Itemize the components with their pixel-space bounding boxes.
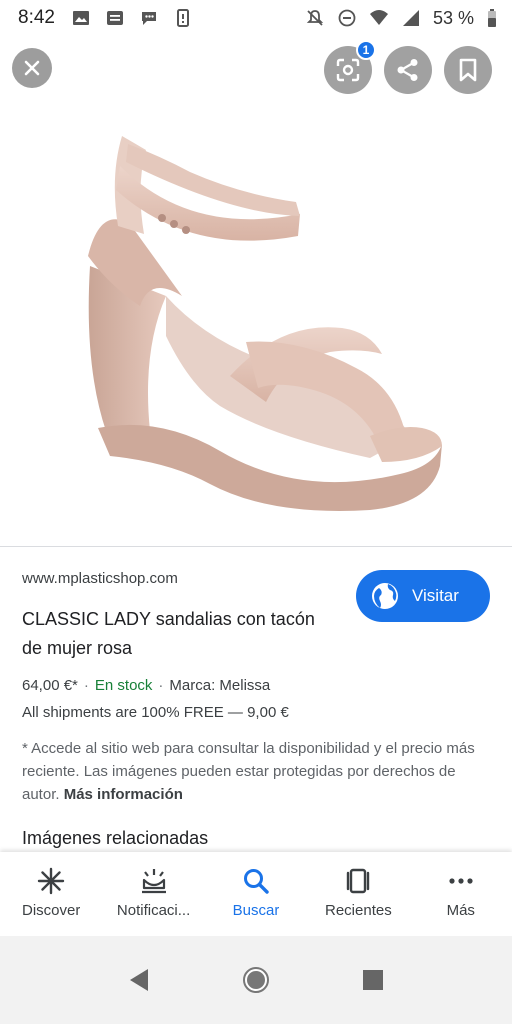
overview-button[interactable]	[356, 963, 390, 997]
nav-label: Notificaci...	[116, 902, 191, 919]
product-meta: 64,00 €* · En stock · Marca: Melissa	[22, 677, 492, 694]
image-icon	[72, 11, 89, 25]
nav-label: Discover	[22, 902, 81, 919]
product-image[interactable]	[70, 106, 460, 526]
overview-icon	[363, 970, 384, 990]
status-time: 8:42	[18, 7, 55, 28]
nav-discover[interactable]: Discover	[3, 866, 99, 919]
globe-icon	[372, 583, 398, 609]
news-icon	[106, 11, 123, 25]
close-button[interactable]	[12, 48, 52, 88]
battery-icon	[488, 9, 496, 27]
battery-percent: 53 %	[432, 7, 474, 28]
share-button[interactable]	[384, 46, 432, 94]
visit-label: Visitar	[412, 586, 459, 605]
nav-notifications[interactable]: Notificaci...	[106, 866, 202, 919]
nav-more[interactable]: Más	[413, 866, 509, 919]
home-icon	[242, 967, 269, 993]
dnd-icon	[338, 9, 356, 27]
nav-search[interactable]: Buscar	[208, 866, 304, 919]
system-navigation-bar	[0, 936, 512, 1024]
mute-icon	[306, 10, 324, 26]
visit-button[interactable]: Visitar	[356, 570, 490, 622]
lens-icon	[336, 58, 360, 82]
lens-badge: 1	[356, 40, 376, 60]
shipping-info: All shipments are 100% FREE — 9,00 €	[22, 704, 289, 721]
back-button[interactable]	[122, 963, 156, 997]
signal-icon	[402, 10, 419, 26]
search-icon	[243, 869, 269, 894]
status-notification-icons	[71, 8, 193, 28]
assistant-icon	[141, 12, 156, 25]
status-system-icons: 53 %	[305, 8, 498, 29]
more-icon	[449, 878, 473, 884]
nav-recents[interactable]: Recientes	[310, 866, 406, 919]
product-details: www.mplasticshop.com Visitar CLASSIC LAD…	[22, 570, 492, 849]
product-price: 64,00 €*	[22, 677, 78, 694]
share-icon	[397, 59, 418, 81]
back-icon	[129, 969, 148, 991]
related-images-heading: Imágenes relacionadas	[22, 828, 209, 848]
lens-button[interactable]: 1	[324, 40, 376, 94]
stock-status: En stock	[94, 677, 153, 694]
wifi-icon	[369, 10, 388, 25]
more-info-link[interactable]: Más información	[64, 786, 183, 803]
notifications-icon	[141, 869, 166, 894]
home-button[interactable]	[239, 963, 273, 997]
bottom-navigation: Discover Notificaci... Buscar Recientes …	[0, 852, 512, 936]
vibrate-icon	[176, 9, 189, 27]
disclaimer: * Accede al sitio web para consultar la …	[22, 737, 487, 806]
product-brand: Marca: Melissa	[169, 677, 271, 694]
product-title[interactable]: CLASSIC LADY sandalias con tacón de muje…	[22, 605, 322, 663]
image-viewer[interactable]: 1	[0, 36, 512, 548]
meta-separator: ·	[158, 677, 164, 694]
bookmark-icon	[459, 58, 477, 82]
meta-separator: ·	[83, 677, 89, 694]
save-button[interactable]	[444, 46, 492, 94]
status-bar: 8:42 53 %	[0, 0, 512, 36]
asterisk-icon	[37, 867, 65, 895]
nav-label: Buscar	[232, 902, 280, 919]
close-icon	[24, 60, 40, 76]
divider	[0, 546, 512, 547]
recents-icon	[347, 868, 370, 894]
nav-label: Más	[446, 902, 475, 919]
nav-label: Recientes	[325, 902, 392, 919]
